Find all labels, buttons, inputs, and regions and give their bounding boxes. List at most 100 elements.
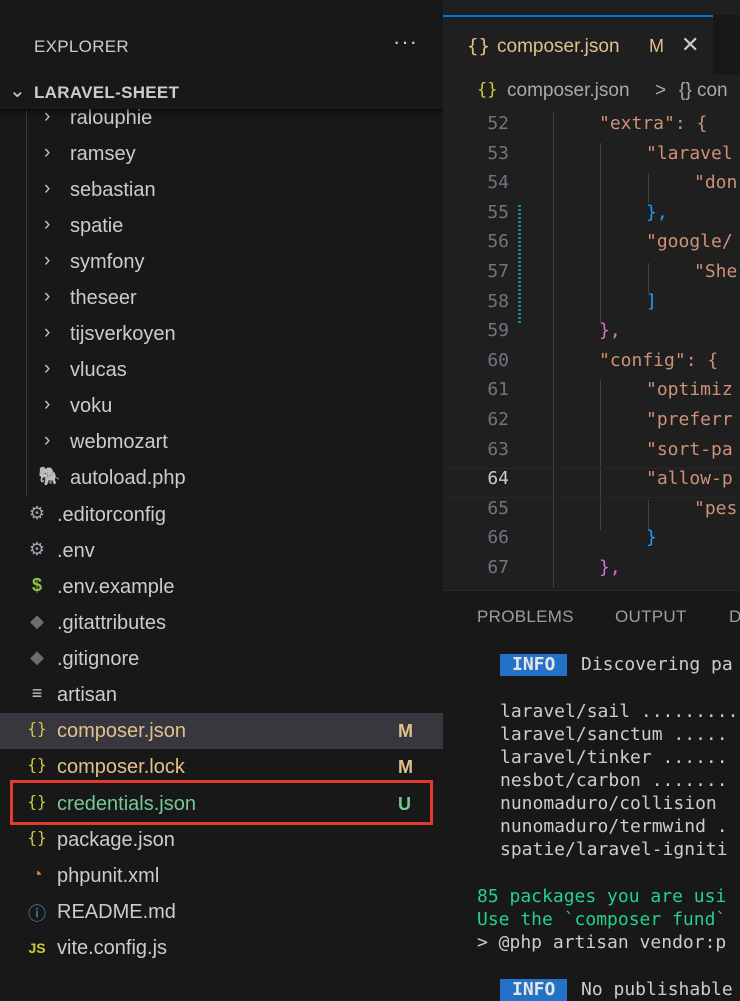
info-badge: INFO <box>500 979 568 1001</box>
file-item-selected[interactable]: {} composer.json M <box>0 713 443 749</box>
chevron-right-icon: › <box>44 394 51 415</box>
close-icon[interactable]: ✕ <box>681 32 699 58</box>
folder-label: sebastian <box>70 179 156 201</box>
terminal-line: spatie/laravel-igniti <box>500 839 728 860</box>
php-elephant-icon: 🐘 <box>38 466 61 486</box>
file-label: composer.json <box>57 720 186 742</box>
braces-icon: {} <box>477 80 498 100</box>
project-name: LARAVEL-SHEET <box>34 83 180 102</box>
terminal-line: laravel/tinker ...... <box>500 747 728 768</box>
folder-label: ralouphie <box>70 107 153 129</box>
gear-icon: ⚙ <box>28 539 46 559</box>
file-item[interactable]: ◆ .gitignore <box>0 641 443 677</box>
braces-icon: {} <box>27 828 47 847</box>
info-icon: ⓘ <box>28 904 46 924</box>
file-item[interactable]: ◆ .gitattributes <box>0 605 443 641</box>
folder-item[interactable]: › spatie <box>0 208 443 244</box>
file-label: .gitignore <box>57 648 140 670</box>
terminal-line: laravel/sail ......... <box>500 701 739 722</box>
editor-area: {} composer.json M ✕ {} composer.json > … <box>443 0 740 590</box>
folder-label: voku <box>70 395 113 417</box>
file-item[interactable]: ≡ artisan <box>0 677 443 713</box>
file-label: artisan <box>57 684 118 706</box>
git-icon: ◆ <box>30 647 44 667</box>
code-line: 63 "sort-pa <box>487 438 733 460</box>
editor-tab-bar: {} composer.json M ✕ <box>443 15 740 75</box>
code-line: 58] <box>487 290 657 312</box>
project-folder-header[interactable]: ⌄ LARAVEL-SHEET <box>0 75 443 109</box>
chevron-right-icon: › <box>44 142 51 163</box>
file-label: .env <box>57 540 95 562</box>
more-actions-icon[interactable]: ··· <box>393 29 418 55</box>
tab-output[interactable]: OUTPUT <box>615 607 687 627</box>
chevron-right-icon: › <box>44 178 51 199</box>
folder-item[interactable]: › symfony <box>0 244 443 280</box>
terminal-line: nunomaduro/termwind . <box>500 816 728 837</box>
breadcrumb-file[interactable]: composer.json <box>507 80 630 102</box>
file-label: .gitattributes <box>57 612 166 634</box>
tab-label: composer.json <box>497 36 620 57</box>
terminal-line: laravel/sanctum ..... <box>500 724 728 745</box>
folder-item[interactable]: › tijsverkoyen <box>0 316 443 352</box>
git-status-badge: M <box>398 721 413 741</box>
folder-label: symfony <box>70 251 145 273</box>
code-line: 54 "don <box>487 172 738 194</box>
folder-item[interactable]: › sebastian <box>0 172 443 208</box>
info-badge: INFO <box>500 654 568 676</box>
file-item[interactable]: {} package.json <box>0 822 443 858</box>
code-editor[interactable]: 52 "extra": { 53 "laravel 54 "don 55}, 56 "g… <box>443 113 740 588</box>
braces-icon: {} <box>27 755 47 774</box>
file-item-autoload[interactable]: 🐘 autoload.php <box>0 460 443 496</box>
folder-item[interactable]: › voku <box>0 388 443 424</box>
bottom-panel: PROBLEMS OUTPUT D INFO Discovering pa la… <box>443 590 740 1001</box>
code-line: 67}, <box>487 557 621 578</box>
folder-item[interactable]: › theseer <box>0 280 443 316</box>
chevron-right-icon: › <box>44 214 51 235</box>
code-line: 60 "config": { <box>487 349 719 371</box>
file-item[interactable]: ⓘ README.md <box>0 894 443 930</box>
code-line: 53 "laravel <box>487 142 733 164</box>
file-label: README.md <box>57 901 176 923</box>
terminal-line: 85 packages you are usi <box>477 886 727 907</box>
file-item[interactable]: ◔ phpunit.xml <box>0 858 443 894</box>
js-icon: JS <box>28 940 46 956</box>
folder-label: spatie <box>70 215 124 237</box>
terminal-line: No publishable <box>581 979 733 1000</box>
folder-item[interactable]: › webmozart <box>0 424 443 460</box>
terminal-line: nesbot/carbon ....... <box>500 770 728 791</box>
tab-debug[interactable]: D <box>729 607 740 627</box>
folder-item[interactable]: › ramsey <box>0 136 443 172</box>
file-item[interactable]: JS vite.config.js <box>0 930 443 966</box>
code-line: 56 "google/ <box>487 231 733 253</box>
tab-problems[interactable]: PROBLEMS <box>477 607 574 627</box>
gear-icon: ⚙ <box>28 503 46 523</box>
folder-label: tijsverkoyen <box>70 323 176 345</box>
rss-icon: ◔ <box>31 864 43 884</box>
chevron-right-icon: › <box>44 358 51 379</box>
code-line: 61 "optimiz <box>487 379 733 401</box>
code-line: 62 "preferr <box>487 409 733 430</box>
folder-item[interactable]: › vlucas <box>0 352 443 388</box>
chevron-right-icon: › <box>44 430 51 451</box>
lines-icon: ≡ <box>31 683 43 703</box>
git-icon: ◆ <box>30 611 44 631</box>
tab-status-badge: M <box>649 36 664 56</box>
chevron-down-icon: ⌄ <box>9 80 26 102</box>
tab-composer-json[interactable]: {} composer.json M ✕ <box>443 15 713 75</box>
code-line: 55}, <box>487 201 668 223</box>
file-item[interactable]: ⚙ .env <box>0 533 443 569</box>
explorer-title: EXPLORER <box>34 37 129 56</box>
folder-label: theseer <box>70 287 137 309</box>
file-item[interactable]: $ .env.example <box>0 569 443 605</box>
file-label: package.json <box>57 829 175 851</box>
file-item[interactable]: ⚙ .editorconfig <box>0 497 443 533</box>
code-line: 59}, <box>487 320 621 342</box>
git-status-badge: M <box>398 757 413 777</box>
terminal-line: > @php artisan vendor:p <box>477 932 727 953</box>
explorer-header: EXPLORER ··· <box>0 15 443 77</box>
file-label: autoload.php <box>70 467 186 489</box>
file-label: phpunit.xml <box>57 865 160 887</box>
chevron-right-icon: › <box>44 106 51 127</box>
breadcrumb-symbol[interactable]: {} con <box>679 80 728 102</box>
terminal-line: Use the `composer fund` <box>477 909 727 930</box>
